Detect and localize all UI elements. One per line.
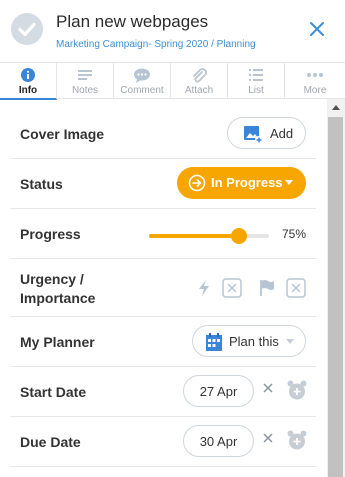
scroll-up-arrow-icon — [332, 105, 340, 110]
cover-image-row: Cover Image Add — [10, 109, 316, 159]
tab-label: More — [303, 85, 327, 96]
urgent-icon[interactable] — [197, 279, 211, 297]
info-panel: Cover Image Add Status In Progress Progr… — [0, 99, 345, 477]
progress-percent: 75% — [282, 227, 307, 241]
progress-row: Progress 75% — [10, 209, 316, 259]
field-label: My Planner — [20, 334, 95, 350]
start-date-picker[interactable]: 27 Apr — [183, 375, 254, 407]
tab-more[interactable]: More — [285, 63, 345, 99]
due-date-row: Due Date 30 Apr — [10, 417, 316, 467]
clear-due-date-icon[interactable] — [263, 433, 273, 443]
tab-label: Attach — [184, 85, 214, 96]
due-date-picker[interactable]: 30 Apr — [183, 425, 254, 457]
status-dropdown[interactable]: In Progress — [177, 167, 306, 199]
add-label: Add — [270, 126, 294, 141]
field-label: Status — [20, 176, 63, 192]
alarm-clock-icon[interactable] — [286, 379, 308, 401]
tab-notes[interactable]: Notes — [57, 63, 114, 99]
progress-slider-fill — [149, 234, 239, 238]
info-fields: Cover Image Add Status In Progress Progr… — [0, 99, 327, 477]
tab-label: Notes — [71, 85, 99, 96]
chevron-down-icon — [286, 339, 294, 344]
close-icon — [310, 22, 324, 36]
field-label: Start Date — [20, 384, 87, 400]
task-title[interactable]: Plan new webpages — [56, 12, 208, 32]
tab-attach[interactable]: Attach — [171, 63, 228, 99]
in-progress-icon — [188, 174, 206, 192]
tab-bar: Info Notes Comment Attach List More — [0, 62, 345, 100]
scroll-up-button[interactable] — [327, 99, 345, 116]
alarm-clock-icon[interactable] — [286, 429, 308, 451]
field-label: Cover Image — [20, 126, 105, 142]
start-date-value: 27 Apr — [199, 384, 238, 399]
important-clear-icon[interactable] — [286, 278, 306, 298]
field-label: Importance — [20, 290, 96, 306]
tab-label: Info — [18, 85, 38, 96]
status-value: In Progress — [211, 175, 283, 190]
clear-start-date-icon[interactable] — [263, 383, 273, 393]
tab-info[interactable]: Info — [0, 63, 57, 100]
chevron-down-icon — [285, 180, 293, 185]
planner-icon — [206, 333, 222, 351]
tab-list[interactable]: List — [228, 63, 285, 99]
start-date-row: Start Date 27 Apr — [10, 367, 316, 417]
urgent-clear-icon[interactable] — [222, 278, 242, 298]
plan-this-dropdown[interactable]: Plan this — [192, 325, 306, 357]
tab-label: Comment — [120, 85, 164, 96]
due-date-value: 30 Apr — [199, 434, 238, 449]
field-label: Urgency / — [20, 271, 84, 287]
plan-this-label: Plan this — [229, 334, 279, 349]
urgency-row: Urgency / Importance — [10, 259, 316, 317]
task-header: Plan new webpages Marketing Campaign- Sp… — [0, 0, 345, 62]
vertical-scrollbar[interactable] — [327, 99, 345, 477]
tab-label: List — [248, 85, 264, 96]
tab-comment[interactable]: Comment — [114, 63, 171, 99]
add-cover-button[interactable]: Add — [227, 117, 306, 149]
status-row: Status In Progress — [10, 159, 316, 209]
progress-slider-handle[interactable] — [231, 228, 247, 244]
close-button[interactable] — [306, 18, 328, 40]
progress-slider-track[interactable] — [149, 228, 269, 244]
image-add-icon — [244, 126, 263, 144]
scrollbar-thumb[interactable] — [328, 117, 343, 477]
important-flag-icon[interactable] — [259, 279, 275, 297]
complete-check-icon[interactable] — [11, 13, 43, 45]
breadcrumb[interactable]: Marketing Campaign- Spring 2020 / Planni… — [56, 39, 256, 50]
field-label: Due Date — [20, 434, 81, 450]
field-label: Progress — [20, 226, 81, 242]
planner-row: My Planner Plan this — [10, 317, 316, 367]
